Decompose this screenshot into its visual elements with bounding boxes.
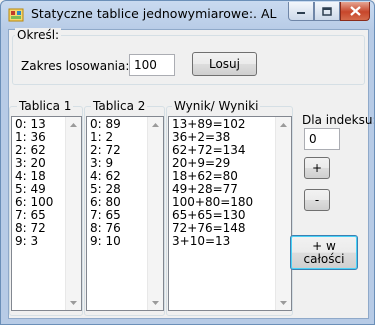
scroll-up-icon[interactable] xyxy=(148,117,163,132)
wyniki-label: Wynik/ Wyniki xyxy=(172,99,261,113)
list-item[interactable]: 3+10=13 xyxy=(172,235,253,248)
minus-button[interactable]: - xyxy=(304,189,330,211)
tablica1-items: 0: 13 1: 36 2: 62 3: 20 4: 18 5: 49 6: 100 7: 6… xyxy=(15,118,53,248)
add-whole-button-line2: całości xyxy=(303,251,345,266)
tablica2-items: 0: 89 1: 2 2: 72 3: 9 4: 62 5: 28 6: 80 7: 65 8:… xyxy=(90,118,121,248)
tablica1-label: Tablica 1 xyxy=(17,99,74,113)
wyniki-items: 13+89=102 36+2=38 62+72=134 20+9=29 18+62=80… xyxy=(172,118,253,248)
add-whole-button[interactable]: + w całości xyxy=(290,235,358,270)
tablica2-scrollbar[interactable] xyxy=(147,117,163,310)
tablica2-listbox[interactable]: 0: 89 1: 2 2: 72 3: 9 4: 62 5: 28 6: 80 7: 65 8:… xyxy=(86,116,164,311)
client-area: Określ: Zakres losowania: 100 Losuj Tabl… xyxy=(8,28,374,319)
tablica1-scrollbar[interactable] xyxy=(65,117,81,310)
wyniki-listbox[interactable]: 13+89=102 36+2=38 62+72=134 20+9=29 18+62=80… xyxy=(168,116,292,311)
maximize-icon xyxy=(322,6,332,16)
index-input[interactable]: 0 xyxy=(304,128,340,150)
scroll-down-icon[interactable] xyxy=(66,295,81,310)
close-icon xyxy=(349,6,361,16)
minimize-button[interactable] xyxy=(288,2,314,21)
title-bar[interactable]: Statyczne tablice jednowymiarowe:. AL xyxy=(1,1,374,29)
scroll-up-icon[interactable] xyxy=(66,117,81,132)
app-icon xyxy=(8,8,24,22)
scroll-up-icon[interactable] xyxy=(276,117,291,132)
list-item[interactable]: 9: 3 xyxy=(15,235,53,248)
list-item[interactable]: 9: 10 xyxy=(90,235,121,248)
maximize-button[interactable] xyxy=(314,2,340,21)
range-input[interactable]: 100 xyxy=(129,54,175,76)
add-whole-button-line1: + w xyxy=(312,238,336,253)
app-window: Statyczne tablice jednowymiarowe:. AL Ok… xyxy=(0,0,375,325)
scroll-down-icon[interactable] xyxy=(276,295,291,310)
minimize-icon xyxy=(297,12,305,14)
tablica1-listbox[interactable]: 0: 13 1: 36 2: 62 3: 20 4: 18 5: 49 6: 100 7: 6… xyxy=(11,116,82,311)
range-label: Zakres losowania: xyxy=(21,59,130,73)
window-title: Statyczne tablice jednowymiarowe:. AL xyxy=(31,6,277,21)
tablica2-label: Tablica 2 xyxy=(91,99,148,113)
draw-button[interactable]: Losuj xyxy=(192,52,257,76)
wyniki-scrollbar[interactable] xyxy=(275,117,291,310)
scroll-down-icon[interactable] xyxy=(148,295,163,310)
plus-button[interactable]: + xyxy=(304,157,330,179)
close-button[interactable] xyxy=(340,2,370,21)
index-label: Dla indeksu: xyxy=(302,113,375,127)
settings-group-label: Określ: xyxy=(15,28,62,42)
